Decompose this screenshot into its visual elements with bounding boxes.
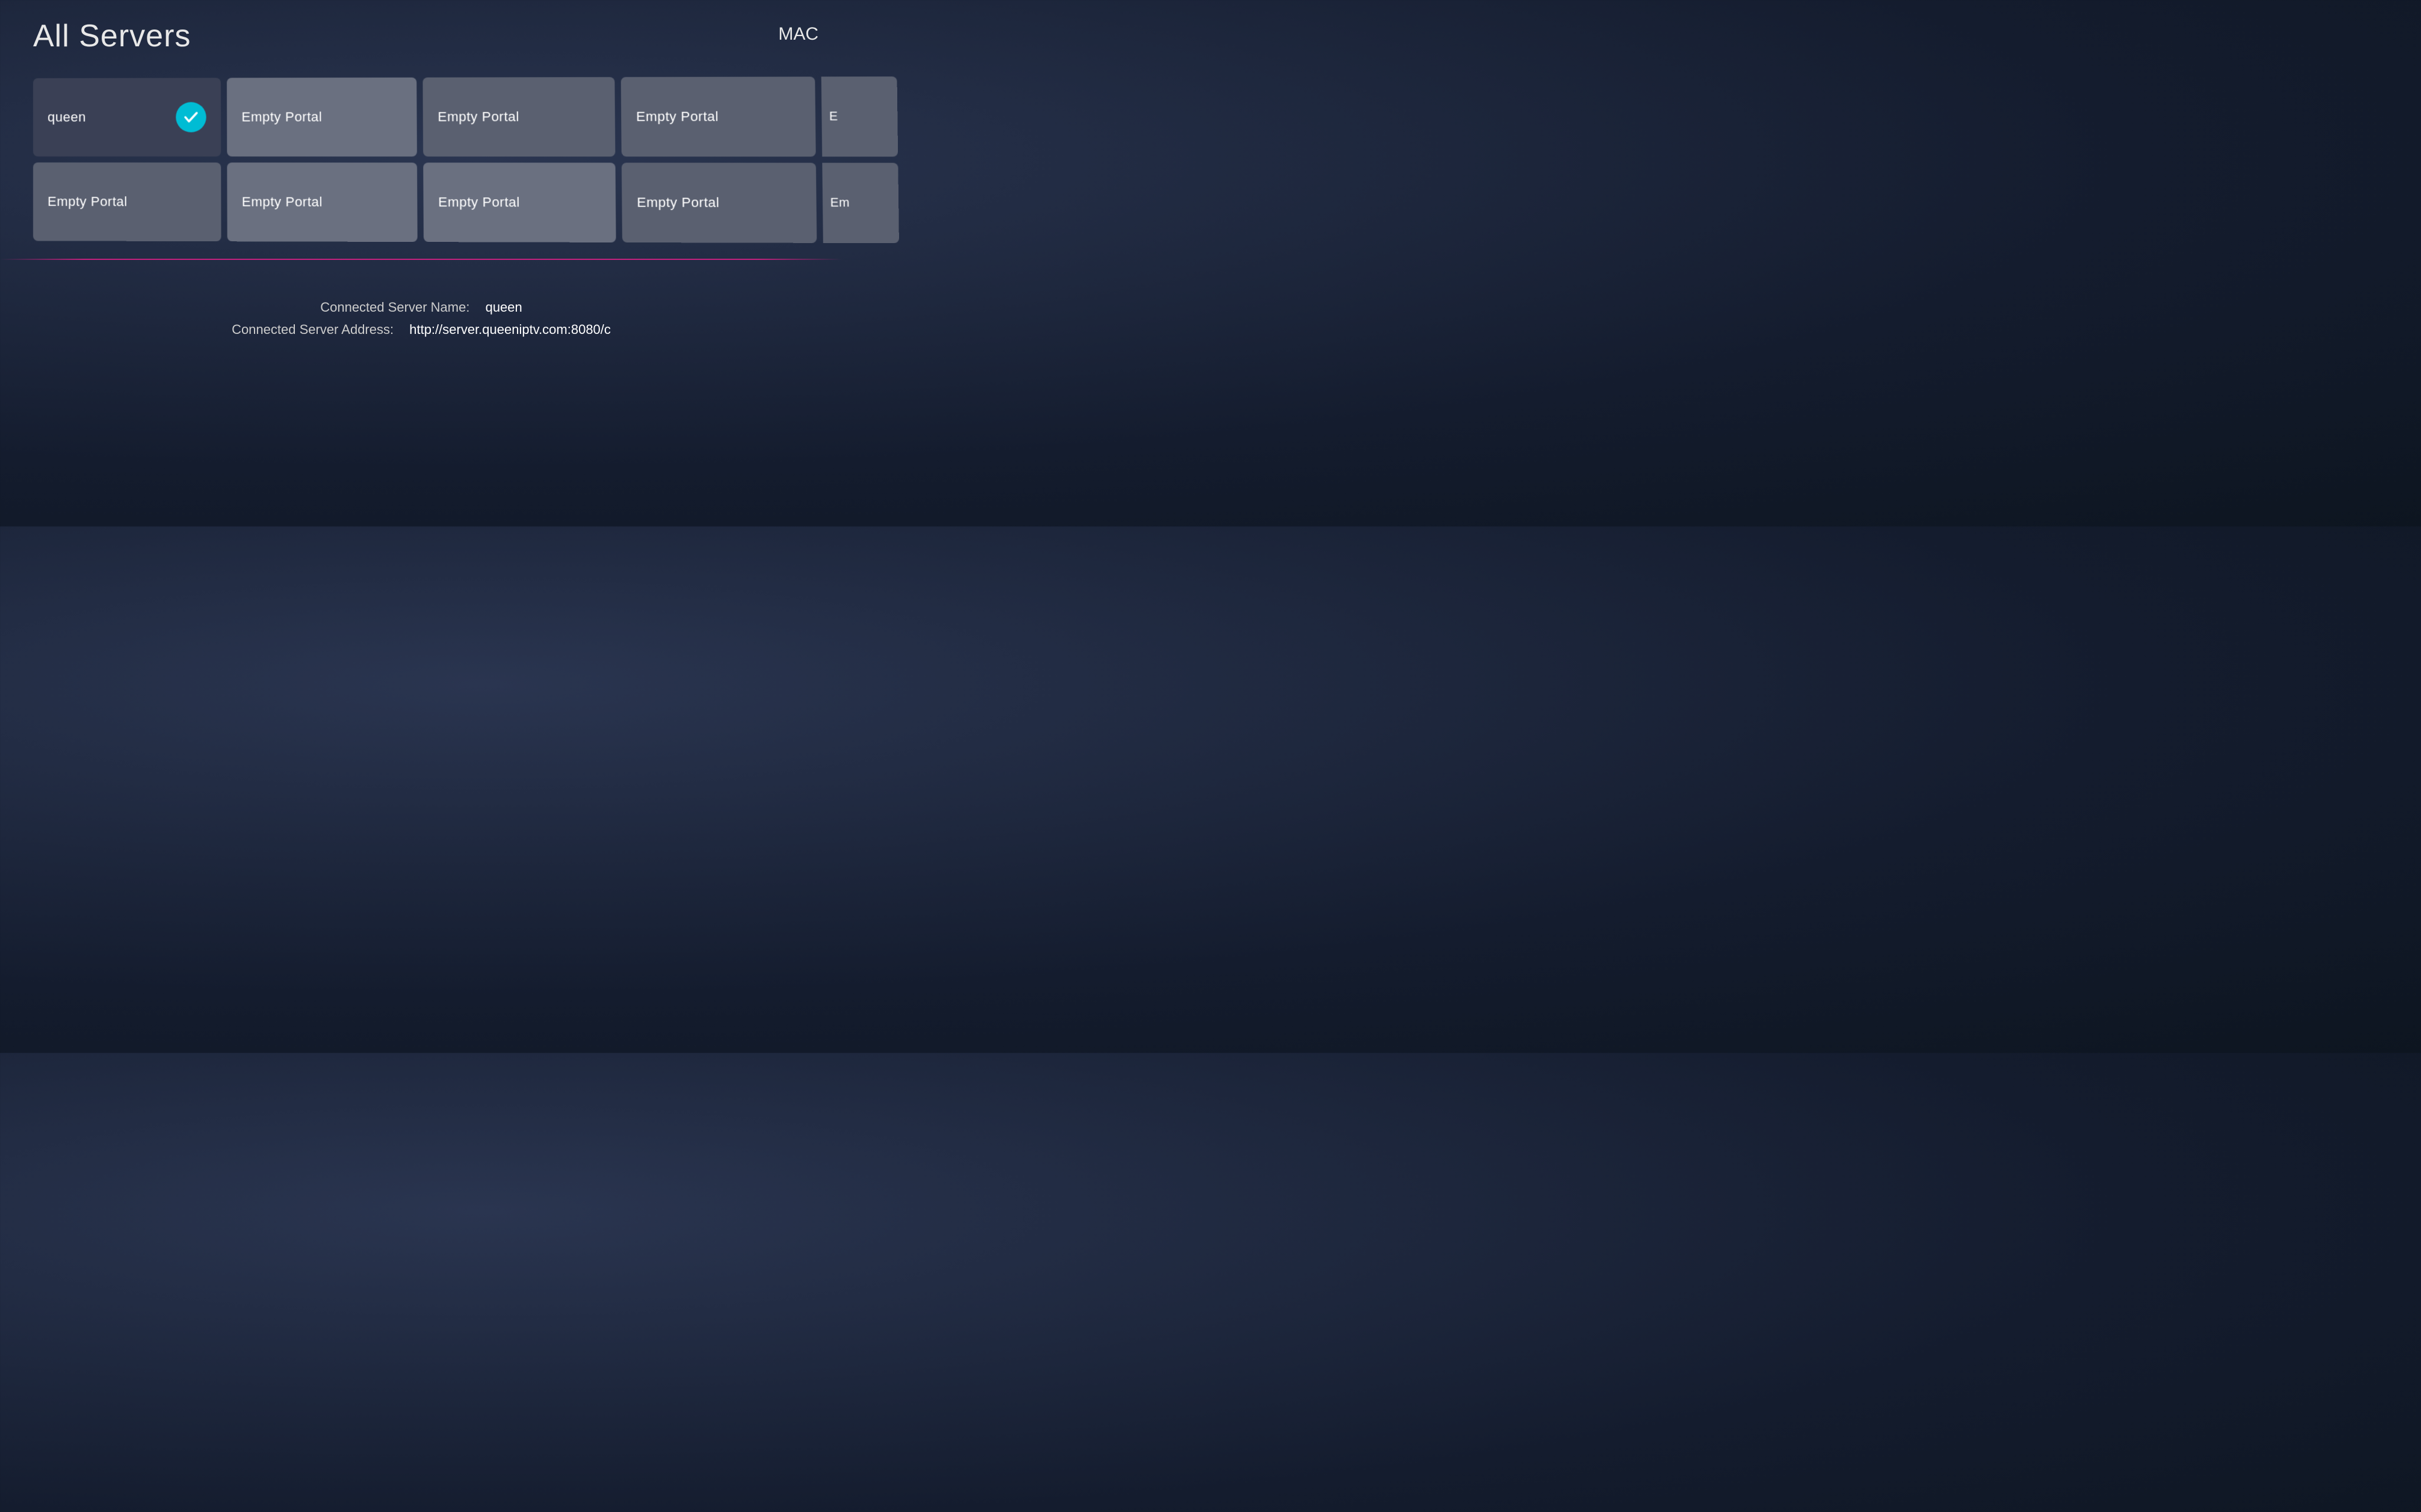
server-name-line: Connected Server Name: queen bbox=[0, 296, 843, 318]
server-address-line: Connected Server Address: http://server.… bbox=[0, 318, 843, 341]
mac-label: MAC bbox=[778, 18, 818, 45]
empty8-label: Empty Portal bbox=[637, 194, 719, 211]
empty2-label: Empty Portal bbox=[438, 109, 519, 125]
top-bar: All Servers MAC bbox=[0, 0, 843, 54]
empty4-partial-label: E bbox=[829, 110, 838, 124]
server-tile-empty-6[interactable]: Empty Portal bbox=[227, 162, 417, 242]
server-tile-empty-9-partial[interactable]: Em bbox=[822, 163, 899, 244]
server-tile-queen[interactable]: queen bbox=[33, 78, 221, 156]
server-tile-empty-7[interactable]: Empty Portal bbox=[423, 162, 616, 242]
server-name-label: Connected Server Name: bbox=[320, 300, 469, 315]
server-grid: queen Empty Portal Empty Portal Empty Po… bbox=[0, 52, 864, 243]
server-address-value: http://server.queeniptv.com:8080/c bbox=[409, 322, 611, 337]
server-address-label: Connected Server Address: bbox=[232, 322, 394, 337]
server-tile-empty-8[interactable]: Empty Portal bbox=[622, 162, 817, 242]
server-tile-empty-5[interactable]: Empty Portal bbox=[33, 162, 221, 241]
selected-checkmark bbox=[176, 102, 206, 132]
empty9-partial-label: Em bbox=[830, 196, 850, 210]
queen-tile-label: queen bbox=[48, 110, 86, 125]
bottom-info: Connected Server Name: queen Connected S… bbox=[0, 296, 843, 341]
server-tile-empty-2[interactable]: Empty Portal bbox=[422, 77, 615, 156]
server-tile-empty-1[interactable]: Empty Portal bbox=[227, 78, 417, 156]
server-tile-empty-4-partial[interactable]: E bbox=[821, 76, 898, 156]
empty5-label: Empty Portal bbox=[48, 194, 128, 209]
empty7-label: Empty Portal bbox=[438, 194, 520, 211]
server-tile-empty-3[interactable]: Empty Portal bbox=[621, 76, 816, 156]
empty1-label: Empty Portal bbox=[241, 109, 322, 125]
page-title: All Servers bbox=[33, 18, 191, 54]
server-name-value: queen bbox=[486, 300, 522, 315]
empty6-label: Empty Portal bbox=[242, 194, 323, 210]
empty3-label: Empty Portal bbox=[636, 109, 719, 125]
divider-line bbox=[0, 259, 843, 260]
